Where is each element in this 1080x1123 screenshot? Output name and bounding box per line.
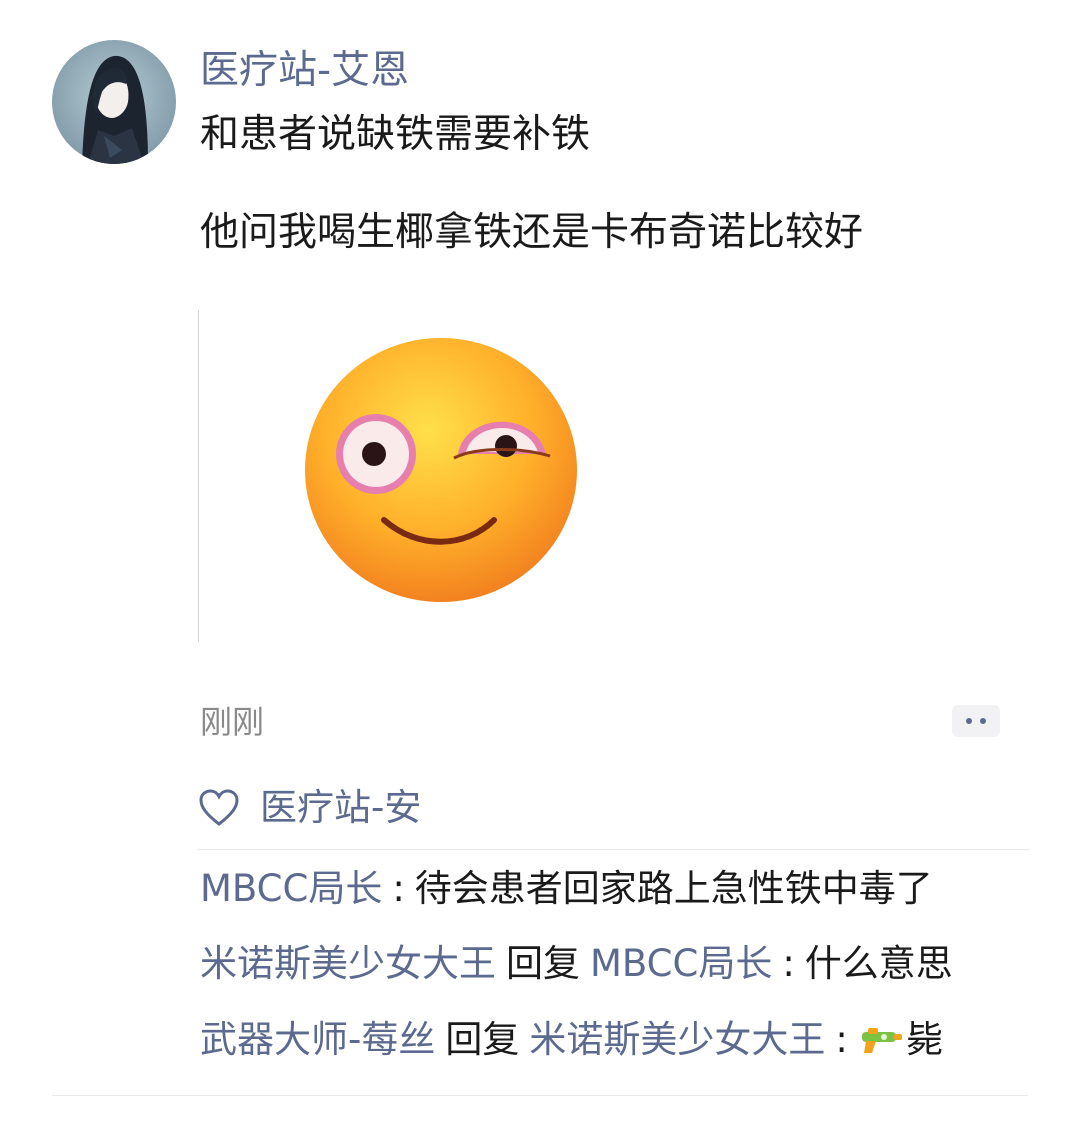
bottom-divider: [52, 1095, 1028, 1096]
comment-user[interactable]: 米诺斯美少女大王: [200, 937, 496, 991]
two-dots-icon: [966, 718, 972, 724]
likes-row: 医疗站-安: [198, 782, 421, 834]
post-text-line-2: 他问我喝生椰拿铁还是卡布奇诺比较好: [200, 210, 864, 255]
heart-outline-icon: [199, 789, 239, 826]
comment-item[interactable]: 武器大师-莓丝 回复 米诺斯美少女大王 : 毙: [200, 1013, 943, 1067]
comment-separator: :: [782, 942, 795, 985]
water-pistol-icon: [861, 1028, 902, 1053]
post-image[interactable]: [198, 310, 638, 642]
smirking-face-emoji-icon: [305, 338, 577, 602]
reply-word: 回复: [506, 942, 580, 985]
image-edge: [198, 310, 199, 642]
reply-word: 回复: [445, 1018, 520, 1061]
author-name[interactable]: 医疗站-艾恩: [200, 44, 409, 98]
comment-user[interactable]: MBCC局长: [200, 862, 382, 916]
comment-item[interactable]: MBCC局长 : 待会患者回家路上急性铁中毒了: [200, 862, 933, 916]
comment-text: 什么意思: [804, 942, 953, 985]
liker-name[interactable]: 医疗站-安: [260, 782, 421, 834]
author-avatar[interactable]: [52, 40, 176, 164]
more-options-button[interactable]: [952, 705, 1000, 737]
post-timestamp: 刚刚: [200, 703, 265, 741]
reply-to-user[interactable]: 米诺斯美少女大王: [529, 1013, 825, 1067]
comment-user[interactable]: 武器大师-莓丝: [200, 1013, 435, 1067]
comment-separator: :: [392, 867, 405, 910]
post-text-line-1: 和患者说缺铁需要补铁: [200, 112, 591, 157]
likes-comments-divider: [198, 849, 1030, 850]
comment-text: 毙: [905, 1018, 943, 1061]
comment-text: 待会患者回家路上急性铁中毒了: [414, 867, 933, 910]
comment-separator: :: [835, 1018, 848, 1061]
dot: [980, 718, 986, 724]
reply-to-user[interactable]: MBCC局长: [590, 937, 772, 991]
comment-item[interactable]: 米诺斯美少女大王 回复 MBCC局长 : 什么意思: [200, 937, 953, 991]
